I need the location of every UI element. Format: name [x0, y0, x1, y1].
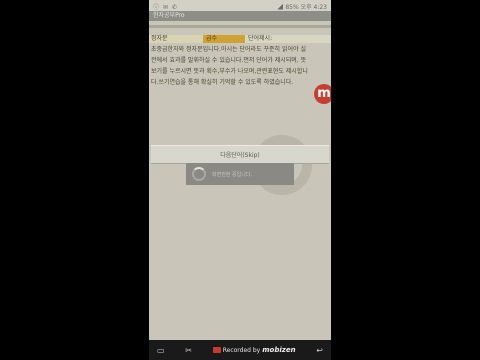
loading-text: 화면전환 중입니다. — [212, 171, 252, 178]
recent-apps-icon[interactable]: ▭ — [157, 346, 165, 355]
status-bar: ⓘ ✉ ✆ 85% 오후 4:23 — [149, 0, 331, 11]
description-text: 초중급한자와 정자문입니다.아시는 단어라도 꾸준히 읽어야 실전에서 효과를 … — [151, 46, 308, 86]
status-time: 85% 오후 4:23 — [285, 4, 327, 11]
loading-dialog: 화면전환 중입니다. — [186, 163, 294, 185]
record-icon — [212, 347, 221, 353]
navigation-bar: ▭ ✂ Recorded by mobizen ↩ — [149, 340, 331, 360]
crop-icon[interactable]: ✂ — [185, 346, 192, 355]
recorder-prefix: Recorded by — [222, 346, 261, 354]
header-word-display: 단어제시: — [245, 35, 331, 43]
notification-icons: ⓘ ✉ ✆ — [153, 4, 178, 11]
header-category: 정자문 — [149, 35, 203, 43]
app-title-bar: 한자공부Pro — [149, 11, 331, 28]
info-header: 정자문 급수 단어제시: — [149, 35, 331, 43]
recorder-brand: mobizen — [262, 346, 296, 354]
phone-screen: ⓘ ✉ ✆ 85% 오후 4:23 한자공부Pro 정자문 급수 단어제시: 초… — [149, 0, 331, 360]
back-icon[interactable]: ↩ — [316, 346, 323, 355]
status-right: 85% 오후 4:23 — [277, 2, 327, 11]
signal-icon — [277, 3, 284, 10]
header-level: 급수 — [203, 35, 245, 43]
mobizen-badge[interactable]: m — [314, 84, 331, 104]
recorder-watermark: Recorded by mobizen — [212, 346, 296, 354]
spinner-icon — [192, 167, 206, 181]
skip-button[interactable]: 다음단어(Skip) — [151, 145, 329, 164]
app-title: 한자공부Pro — [153, 12, 185, 19]
